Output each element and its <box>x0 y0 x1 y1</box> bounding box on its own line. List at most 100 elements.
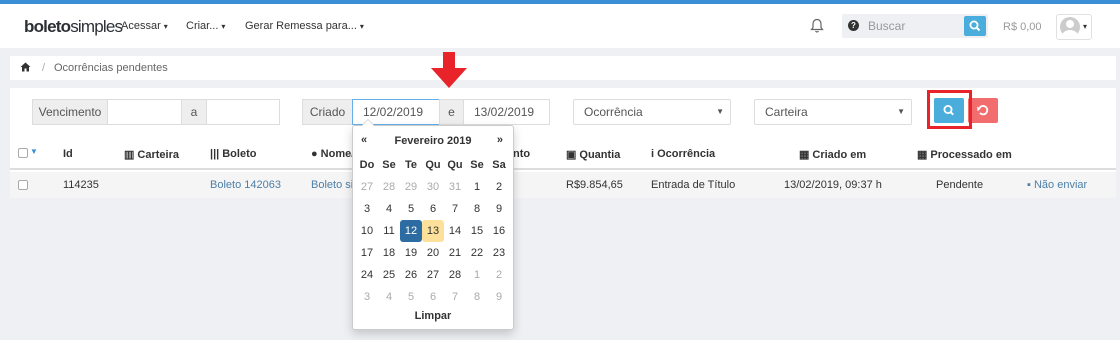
row-checkbox[interactable] <box>18 180 28 190</box>
nav-criar[interactable]: Criar... ▾ <box>186 20 225 32</box>
datepicker-grid: Do Se Te Qu Qu Se Sa 27 28 29 30 31 1 2 3 4 5 6 7 8 9 10 11 12 1… <box>356 154 510 308</box>
datepicker-day[interactable]: 8 <box>466 286 488 308</box>
datepicker-day[interactable]: 6 <box>422 198 444 220</box>
datepicker-day[interactable]: 15 <box>466 220 488 242</box>
sort-caret-icon[interactable]: ▼ <box>30 147 38 156</box>
col-id[interactable]: Id <box>63 148 73 160</box>
user-icon: ● <box>311 148 318 160</box>
col-criado-em[interactable]: ▦ Criado em <box>799 148 866 161</box>
datepicker-day[interactable]: 24 <box>356 264 378 286</box>
info-icon: i <box>651 148 655 160</box>
breadcrumb: / Ocorrências pendentes <box>10 56 1116 80</box>
col-nome[interactable]: ● Nome/ <box>311 148 354 160</box>
datepicker-day[interactable]: 7 <box>444 198 466 220</box>
datepicker-popup: « Fevereiro 2019 » Do Se Te Qu Qu Se Sa 27 28 29 3… <box>352 119 514 330</box>
datepicker-day[interactable]: 4 <box>378 286 400 308</box>
search-submit-button[interactable] <box>964 16 986 36</box>
datepicker-day[interactable]: 14 <box>444 220 466 242</box>
nav-acessar-label: Acessar <box>121 20 161 32</box>
col-quantia[interactable]: ▣ Quantia <box>566 148 620 161</box>
datepicker-day[interactable]: 28 <box>444 264 466 286</box>
row-processado-em: Pendente <box>936 179 984 191</box>
home-icon[interactable] <box>20 62 31 72</box>
datepicker-day[interactable]: 8 <box>466 198 488 220</box>
search-input[interactable] <box>864 16 956 36</box>
datepicker-day[interactable]: 11 <box>378 220 400 242</box>
logo-part-1: boleto <box>24 17 71 36</box>
datepicker-day[interactable]: 2 <box>488 264 510 286</box>
datepicker-clear-button[interactable]: Limpar <box>353 310 513 322</box>
datepicker-day[interactable]: 30 <box>422 176 444 198</box>
avatar <box>1060 17 1080 37</box>
datepicker-day[interactable]: 31 <box>444 176 466 198</box>
datepicker-day[interactable]: 9 <box>488 198 510 220</box>
nav-gerar-remessa-label: Gerar Remessa para... <box>245 20 357 32</box>
datepicker-day[interactable]: 22 <box>466 242 488 264</box>
row-id: 114235 <box>63 179 99 191</box>
criado-to-input[interactable] <box>463 99 550 125</box>
question-icon[interactable]: ? <box>848 20 859 31</box>
col-carteira[interactable]: ▥ Carteira <box>124 148 179 161</box>
datepicker-prev-button[interactable]: « <box>361 134 367 146</box>
col-ocorrencia[interactable]: i Ocorrência <box>651 148 715 160</box>
datepicker-month-title[interactable]: Fevereiro 2019 <box>383 135 483 147</box>
row-boleto-link[interactable]: Boleto 142063 <box>210 179 281 191</box>
vencimento-from-input[interactable] <box>107 99 182 125</box>
datepicker-day[interactable]: 2 <box>488 176 510 198</box>
datepicker-day[interactable]: 18 <box>378 242 400 264</box>
datepicker-day[interactable]: 5 <box>400 286 422 308</box>
datepicker-day[interactable]: 3 <box>356 286 378 308</box>
datepicker-day[interactable]: 3 <box>356 198 378 220</box>
datepicker-day[interactable]: 27 <box>422 264 444 286</box>
breadcrumb-current: Ocorrências pendentes <box>54 62 168 74</box>
datepicker-day[interactable]: 1 <box>466 176 488 198</box>
filter-reset-button[interactable] <box>968 98 998 123</box>
occurrences-table: ▼ Id ▥ Carteira ||| Boleto ● Nome/ nto ▣ Qua… <box>10 136 1116 198</box>
datepicker-day[interactable]: 26 <box>400 264 422 286</box>
datepicker-day[interactable]: 23 <box>488 242 510 264</box>
datepicker-day[interactable]: 29 <box>400 176 422 198</box>
datepicker-day[interactable]: 7 <box>444 286 466 308</box>
col-boleto[interactable]: ||| Boleto <box>210 148 256 160</box>
criado-range-sep: e <box>439 99 464 125</box>
carteira-select[interactable]: Carteira ▼ <box>754 99 912 125</box>
datepicker-day[interactable]: 27 <box>356 176 378 198</box>
datepicker-day[interactable]: 19 <box>400 242 422 264</box>
col-nome-label: Nome/ <box>320 148 355 160</box>
row-nome-link[interactable]: Boleto si <box>311 179 353 191</box>
datepicker-day-selected[interactable]: 12 <box>400 220 422 242</box>
datepicker-day[interactable]: 20 <box>422 242 444 264</box>
datepicker-day[interactable]: 16 <box>488 220 510 242</box>
user-menu[interactable]: ▾ <box>1056 14 1092 40</box>
ocorrencia-select[interactable]: Ocorrência ▼ <box>573 99 731 125</box>
datepicker-weekday: Qu <box>447 159 463 171</box>
vencimento-to-input[interactable] <box>206 99 280 125</box>
datepicker-day[interactable]: 9 <box>488 286 510 308</box>
datepicker-day[interactable]: 6 <box>422 286 444 308</box>
select-all-checkbox[interactable] <box>18 148 28 158</box>
row-nao-enviar-link[interactable]: ▪ Não enviar <box>1027 179 1087 191</box>
annotation-highlight-box <box>927 90 972 129</box>
col-processado-em[interactable]: ▦ Processado em <box>917 148 1012 161</box>
datepicker-day[interactable]: 5 <box>400 198 422 220</box>
datepicker-day[interactable]: 4 <box>378 198 400 220</box>
datepicker-day-today[interactable]: 13 <box>422 220 444 242</box>
datepicker-day[interactable]: 17 <box>356 242 378 264</box>
logo-part-2: simples <box>70 17 123 36</box>
calendar-icon: ▦ <box>799 149 810 161</box>
bell-icon[interactable] <box>810 18 824 34</box>
datepicker-day[interactable]: 21 <box>444 242 466 264</box>
brand-logo[interactable]: boletosimples <box>24 17 123 37</box>
chevron-down-icon: ▼ <box>716 107 724 116</box>
datepicker-next-button[interactable]: » <box>497 134 503 146</box>
datepicker-day[interactable]: 28 <box>378 176 400 198</box>
col-processado-em-label: Processado em <box>930 149 1012 161</box>
datepicker-day[interactable]: 25 <box>378 264 400 286</box>
nav-acessar[interactable]: Acessar ▾ <box>121 20 168 32</box>
datepicker-weekday: Se <box>470 159 484 171</box>
datepicker-day[interactable]: 10 <box>356 220 378 242</box>
datepicker-day[interactable]: 1 <box>466 264 488 286</box>
nav-gerar-remessa[interactable]: Gerar Remessa para... ▾ <box>245 20 364 32</box>
col-vencimento[interactable]: nto <box>513 148 530 160</box>
nav-criar-label: Criar... <box>186 20 219 32</box>
